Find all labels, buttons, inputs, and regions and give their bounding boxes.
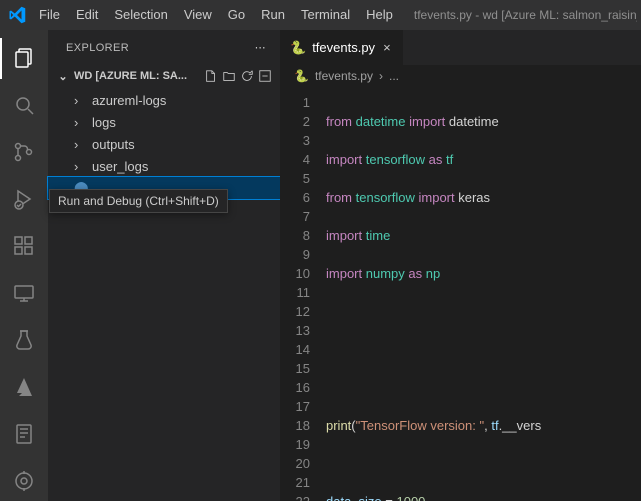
breadcrumbs[interactable]: 🐍 tfevents.py › ... xyxy=(280,65,641,87)
menu-help[interactable]: Help xyxy=(359,0,400,30)
chevron-down-icon: ⌄ xyxy=(56,70,70,83)
tab-active[interactable]: 🐍 tfevents.py × xyxy=(280,30,404,65)
tooltip-run-debug: Run and Debug (Ctrl+Shift+D) xyxy=(49,189,228,213)
activity-test[interactable] xyxy=(0,319,48,360)
line-number: 19 xyxy=(280,435,310,454)
python-icon: 🐍 xyxy=(290,40,306,56)
vscode-logo-icon xyxy=(4,0,30,30)
chevron-right-icon: › xyxy=(379,69,383,83)
editor-group: 🐍 tfevents.py × 🐍 tfevents.py › ... 1 2 … xyxy=(280,30,641,501)
breadcrumb-rest: ... xyxy=(389,69,399,83)
line-number: 18 xyxy=(280,416,310,435)
tab-label: tfevents.py xyxy=(312,40,375,55)
activity-search[interactable] xyxy=(0,85,48,126)
menu-view[interactable]: View xyxy=(177,0,219,30)
line-number: 11 xyxy=(280,283,310,302)
new-file-icon[interactable] xyxy=(204,69,218,83)
line-number: 12 xyxy=(280,302,310,321)
folder-label: WD [AZURE ML: SA... xyxy=(74,70,200,82)
menu-terminal[interactable]: Terminal xyxy=(294,0,357,30)
file-tree: ›azureml-logs ›logs ›outputs ›user_logs … xyxy=(48,87,280,201)
sidebar: EXPLORER ⋯ ⌄ WD [AZURE ML: SA... › azurem… xyxy=(48,30,280,501)
line-number: 14 xyxy=(280,340,310,359)
tree-folder[interactable]: › logs xyxy=(48,111,280,133)
refresh-icon[interactable] xyxy=(240,69,254,83)
line-number: 16 xyxy=(280,378,310,397)
collapse-icon[interactable] xyxy=(258,69,272,83)
line-number: 8 xyxy=(280,226,310,245)
line-number: 3 xyxy=(280,131,310,150)
tree-folder[interactable]: › outputs xyxy=(48,133,280,155)
window-title: tfevents.py - wd [Azure ML: salmon_raisi… xyxy=(402,8,637,22)
menu-go[interactable]: Go xyxy=(221,0,252,30)
menu-file[interactable]: File xyxy=(32,0,67,30)
chevron-right-icon: › xyxy=(74,159,86,174)
line-number: 2 xyxy=(280,112,310,131)
menu-selection[interactable]: Selection xyxy=(107,0,174,30)
chevron-right-icon: › xyxy=(74,93,86,108)
line-number: 4 xyxy=(280,150,310,169)
activity-azure[interactable] xyxy=(0,366,48,407)
line-gutter: 1 2 3 4 5 6 7 8 9 10 11 12 13 14 15 16 1… xyxy=(280,87,322,501)
activity-remote[interactable] xyxy=(0,273,48,314)
activity-gitlens[interactable] xyxy=(0,460,48,501)
line-number: 5 xyxy=(280,169,310,188)
python-icon: 🐍 xyxy=(294,69,309,83)
tree-label: azureml-logs xyxy=(92,93,166,108)
line-number: 9 xyxy=(280,245,310,264)
chevron-right-icon: › xyxy=(74,115,86,130)
line-number: 6 xyxy=(280,188,310,207)
folder-header[interactable]: ⌄ WD [AZURE ML: SA... xyxy=(48,65,280,87)
tree-folder[interactable]: › user_logs xyxy=(48,155,280,177)
breadcrumb-file: tfevents.py xyxy=(315,69,373,83)
code-content: from datetime import datetime import ten… xyxy=(322,87,641,501)
line-number: 15 xyxy=(280,359,310,378)
line-number: 20 xyxy=(280,454,310,473)
line-number: 13 xyxy=(280,321,310,340)
line-number: 17 xyxy=(280,397,310,416)
activity-docs[interactable] xyxy=(0,413,48,454)
line-number: 1 xyxy=(280,93,310,112)
sidebar-more-icon[interactable]: ⋯ xyxy=(249,39,272,56)
chevron-right-icon: › xyxy=(74,137,86,152)
activity-explorer[interactable] xyxy=(0,38,48,79)
tree-label: logs xyxy=(92,115,116,130)
activity-extensions[interactable] xyxy=(0,226,48,267)
activity-bar xyxy=(0,30,48,501)
line-number: 21 xyxy=(280,473,310,492)
activity-scm[interactable] xyxy=(0,132,48,173)
main-area: EXPLORER ⋯ ⌄ WD [AZURE ML: SA... › azurem… xyxy=(0,30,641,501)
menubar: File Edit Selection View Go Run Terminal… xyxy=(0,0,641,30)
menu-edit[interactable]: Edit xyxy=(69,0,105,30)
activity-run-debug[interactable] xyxy=(0,179,48,220)
sidebar-title: EXPLORER xyxy=(66,42,129,54)
line-number: 22 xyxy=(280,492,310,501)
code-editor[interactable]: 1 2 3 4 5 6 7 8 9 10 11 12 13 14 15 16 1… xyxy=(280,87,641,501)
sidebar-header: EXPLORER ⋯ xyxy=(48,30,280,65)
tree-label: outputs xyxy=(92,137,135,152)
line-number: 7 xyxy=(280,207,310,226)
close-icon[interactable]: × xyxy=(381,40,393,55)
menu-run[interactable]: Run xyxy=(254,0,292,30)
tree-folder[interactable]: › azureml-logs xyxy=(48,89,280,111)
new-folder-icon[interactable] xyxy=(222,69,236,83)
tree-label: user_logs xyxy=(92,159,148,174)
tab-row: 🐍 tfevents.py × xyxy=(280,30,641,65)
line-number: 10 xyxy=(280,264,310,283)
